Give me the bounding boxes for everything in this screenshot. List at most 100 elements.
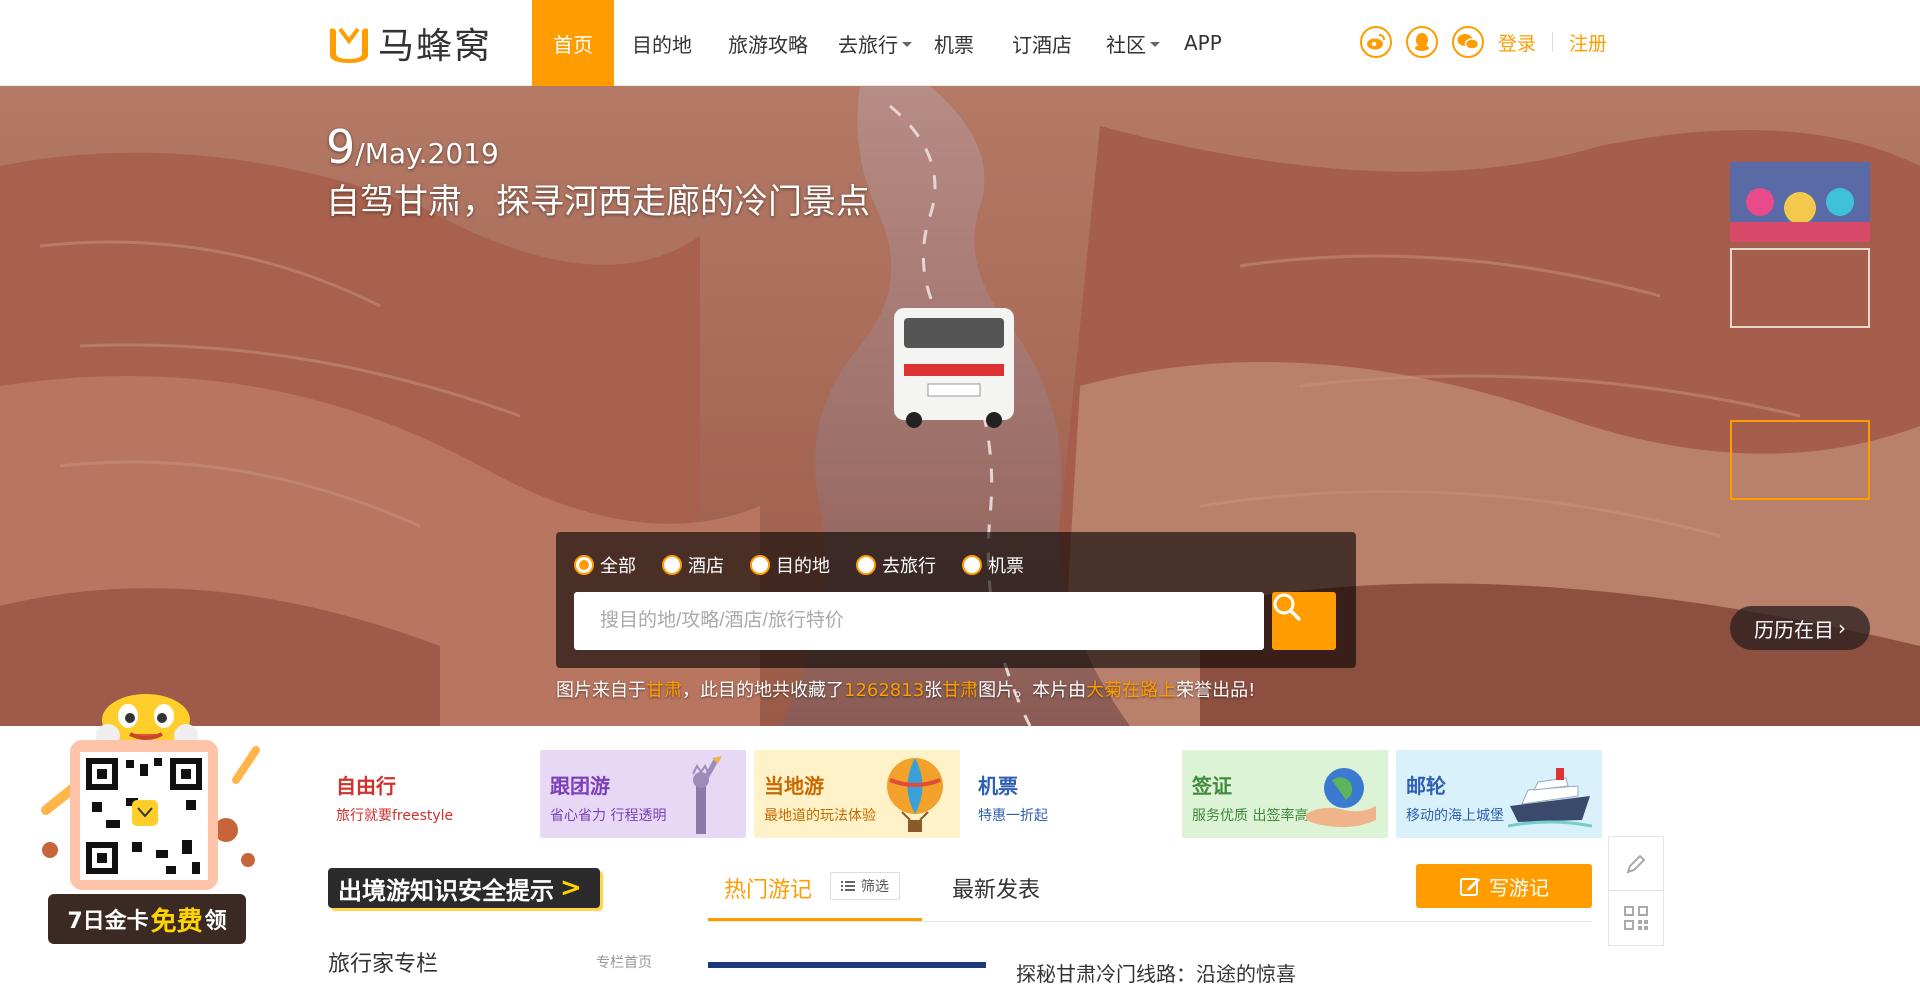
radio-flights[interactable]: 机票 — [962, 552, 1024, 578]
hero-date: 9/May.2019 — [326, 120, 499, 174]
nav-destinations[interactable]: 目的地 — [614, 0, 710, 86]
credit-text: 张 — [924, 680, 943, 701]
radio-button[interactable] — [962, 555, 982, 575]
category-local-tour[interactable]: 当地游 最地道的玩法体验 — [754, 750, 960, 838]
tab-latest[interactable]: 最新发表 — [952, 872, 1040, 904]
divider — [1552, 32, 1554, 52]
weibo-icon[interactable] — [1360, 26, 1392, 58]
category-title: 机票 — [978, 774, 1018, 798]
wechat-icon[interactable] — [1452, 26, 1484, 58]
search-input[interactable] — [574, 592, 1264, 650]
column-title: 旅行家专栏 — [328, 952, 439, 977]
nav-label: 订酒店 — [1012, 32, 1072, 57]
hero-thumbnail[interactable] — [1730, 162, 1870, 586]
statue-of-liberty-icon — [692, 756, 722, 834]
qr-code-icon[interactable] — [1609, 891, 1663, 945]
radio-label: 去旅行 — [882, 556, 936, 577]
nav-label: 旅游攻略 — [728, 32, 808, 57]
chevron-down-icon — [1150, 41, 1160, 47]
column-home-link[interactable]: 专栏首页 — [596, 952, 652, 972]
search-icon — [1273, 593, 1301, 621]
radio-button[interactable] — [750, 555, 770, 575]
radio-destination[interactable]: 目的地 — [750, 552, 830, 578]
credit-count: 1262813 — [844, 680, 925, 701]
radio-label: 酒店 — [688, 556, 724, 577]
list-icon — [841, 881, 855, 891]
nav-label: 机票 — [934, 32, 974, 57]
cruise-ship-icon — [1508, 768, 1592, 828]
credit-text: 图片来自于 — [556, 680, 646, 701]
radio-all[interactable]: 全部 — [574, 552, 636, 578]
nav-home[interactable]: 首页 — [532, 0, 614, 86]
nav-guides[interactable]: 旅游攻略 — [710, 0, 826, 86]
logo-mark-icon — [330, 27, 368, 63]
feed-item-title[interactable]: 探秘甘肃冷门线路：沿途的惊喜 — [1016, 958, 1296, 987]
qq-icon[interactable] — [1406, 26, 1438, 58]
hero-day: 9 — [326, 120, 356, 174]
write-button-label: 写游记 — [1489, 875, 1549, 900]
hero-month-year: /May.2019 — [355, 137, 499, 170]
radio-label: 目的地 — [776, 556, 830, 577]
promo-label-text: 领 — [204, 909, 227, 934]
search-panel: 全部 酒店 目的地 去旅行 机票 — [556, 532, 1356, 668]
hero-thumbnail[interactable] — [1730, 162, 1870, 328]
nav-label: 首页 — [553, 32, 593, 57]
mascot-qr-icon — [41, 694, 260, 890]
radio-label: 机票 — [988, 556, 1024, 577]
main-nav: 首页 目的地 旅游攻略 去旅行 机票 订酒店 社区 APP — [532, 0, 1234, 86]
radio-travel[interactable]: 去旅行 — [856, 552, 936, 578]
history-button[interactable]: 历历在目 › — [1730, 606, 1870, 650]
tab-hot-travelogues[interactable]: 热门游记 — [724, 872, 812, 904]
safety-tips-banner[interactable]: 出境游知识安全提示 > — [328, 868, 600, 908]
hero-title[interactable]: 自驾甘肃，探寻河西走廊的冷门景点 — [326, 174, 870, 223]
edit-icon — [1460, 878, 1480, 896]
credit-place-link[interactable]: 甘肃 — [942, 680, 978, 701]
chevron-down-icon — [902, 41, 912, 47]
radio-button-checked[interactable] — [574, 555, 594, 575]
photo-credit: 图片来自于甘肃，此目的地共收藏了1262813张甘肃图片。本片由大菊在路上荣誉出… — [556, 676, 1255, 702]
social-login: 登录 注册 — [1360, 26, 1607, 58]
write-travelogue-button[interactable]: 写游记 — [1416, 864, 1592, 908]
hero-thumbnail-selected[interactable] — [1730, 162, 1870, 500]
radio-label: 全部 — [600, 556, 636, 577]
credit-place-link[interactable]: 甘肃 — [646, 680, 682, 701]
hero-thumbnails — [1730, 162, 1870, 592]
logo-text: 马蜂窝 — [378, 26, 493, 67]
feed-thumbnail[interactable] — [708, 962, 986, 968]
search-type-options: 全部 酒店 目的地 去旅行 机票 — [574, 552, 1024, 578]
filter-label: 筛选 — [861, 879, 889, 895]
history-button-label: 历历在目 — [1754, 617, 1834, 642]
nav-travel[interactable]: 去旅行 — [826, 0, 924, 86]
floating-toolbar — [1608, 836, 1664, 946]
category-strip: 自由行 旅行就要freestyle 跟团游 省心省力 行程透明 当地游 最地道的… — [326, 750, 1602, 838]
filter-button[interactable]: 筛选 — [830, 872, 900, 900]
login-link[interactable]: 登录 — [1498, 29, 1536, 56]
active-tab-indicator — [708, 918, 922, 921]
category-cruise[interactable]: 邮轮 移动的海上城堡 — [1396, 750, 1602, 838]
category-free-travel[interactable]: 自由行 旅行就要freestyle — [326, 750, 532, 838]
radio-hotel[interactable]: 酒店 — [662, 552, 724, 578]
nav-community[interactable]: 社区 — [1088, 0, 1172, 86]
category-group-tour[interactable]: 跟团游 省心省力 行程透明 — [540, 750, 746, 838]
nav-flights[interactable]: 机票 — [924, 0, 996, 86]
register-link[interactable]: 注册 — [1569, 29, 1607, 56]
arrow-right-icon: > — [560, 873, 582, 903]
logo[interactable]: 马蜂窝 — [326, 20, 493, 67]
nav-label: 去旅行 — [838, 32, 898, 57]
promo-qr-widget[interactable]: 7日金卡 免费领 — [36, 690, 268, 950]
radio-button[interactable] — [856, 555, 876, 575]
nav-hotels[interactable]: 订酒店 — [996, 0, 1088, 86]
category-flights[interactable]: 机票 特惠一折起 — [968, 750, 1174, 838]
radio-button[interactable] — [662, 555, 682, 575]
credit-author-link[interactable]: 大菊在路上 — [1086, 680, 1176, 701]
category-title: 自由行 — [336, 774, 396, 798]
promo-label[interactable]: 7日金卡 免费领 — [48, 894, 246, 944]
pencil-icon[interactable] — [1609, 837, 1663, 891]
search-button[interactable] — [1272, 592, 1336, 650]
nav-label: APP — [1184, 31, 1222, 55]
nav-app[interactable]: APP — [1172, 0, 1234, 86]
hero-thumbnail[interactable] — [1730, 162, 1870, 414]
category-subtitle: 特惠一折起 — [978, 808, 1048, 824]
category-visa[interactable]: 签证 服务优质 出签率高 — [1182, 750, 1388, 838]
hero-banner: 9/May.2019 自驾甘肃，探寻河西走廊的冷门景点 历历在目 › 全部 酒店… — [0, 86, 1920, 726]
